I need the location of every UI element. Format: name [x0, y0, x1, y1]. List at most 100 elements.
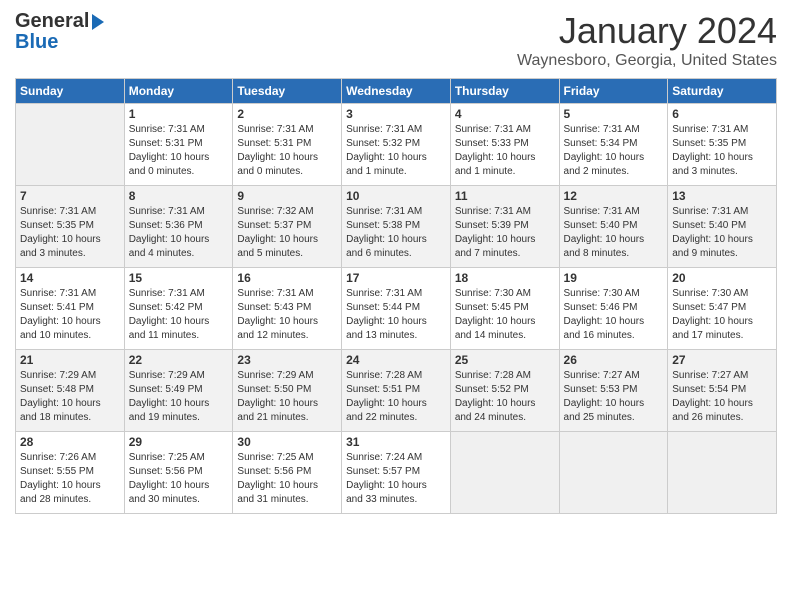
calendar-cell: 19 Sunrise: 7:30 AM Sunset: 5:46 PM Dayl…: [559, 268, 668, 350]
title-block: January 2024 Waynesboro, Georgia, United…: [517, 10, 777, 70]
daylight-text: Daylight: 10 hours and 4 minutes.: [129, 233, 229, 261]
day-info: Sunrise: 7:31 AM Sunset: 5:34 PM Dayligh…: [564, 123, 664, 179]
sunrise-text: Sunrise: 7:30 AM: [672, 287, 772, 301]
sunrise-text: Sunrise: 7:32 AM: [237, 205, 337, 219]
day-info: Sunrise: 7:31 AM Sunset: 5:43 PM Dayligh…: [237, 287, 337, 343]
sunrise-text: Sunrise: 7:31 AM: [672, 123, 772, 137]
day-number: 5: [564, 107, 664, 121]
day-number: 12: [564, 189, 664, 203]
daylight-text: Daylight: 10 hours and 1 minute.: [455, 151, 555, 179]
daylight-text: Daylight: 10 hours and 8 minutes.: [564, 233, 664, 261]
sunset-text: Sunset: 5:53 PM: [564, 383, 664, 397]
day-info: Sunrise: 7:31 AM Sunset: 5:40 PM Dayligh…: [564, 205, 664, 261]
sunset-text: Sunset: 5:34 PM: [564, 137, 664, 151]
day-number: 27: [672, 353, 772, 367]
logo-text-blue: Blue: [15, 31, 104, 54]
sunrise-text: Sunrise: 7:31 AM: [20, 287, 120, 301]
sunset-text: Sunset: 5:50 PM: [237, 383, 337, 397]
calendar-cell: 13 Sunrise: 7:31 AM Sunset: 5:40 PM Dayl…: [668, 186, 777, 268]
sunset-text: Sunset: 5:35 PM: [20, 219, 120, 233]
sunset-text: Sunset: 5:48 PM: [20, 383, 120, 397]
calendar-cell: 17 Sunrise: 7:31 AM Sunset: 5:44 PM Dayl…: [342, 268, 451, 350]
daylight-text: Daylight: 10 hours and 26 minutes.: [672, 397, 772, 425]
daylight-text: Daylight: 10 hours and 13 minutes.: [346, 315, 446, 343]
location-text: Waynesboro, Georgia, United States: [517, 52, 777, 70]
calendar-cell: 15 Sunrise: 7:31 AM Sunset: 5:42 PM Dayl…: [124, 268, 233, 350]
day-info: Sunrise: 7:31 AM Sunset: 5:41 PM Dayligh…: [20, 287, 120, 343]
calendar-cell: 31 Sunrise: 7:24 AM Sunset: 5:57 PM Dayl…: [342, 432, 451, 514]
day-number: 20: [672, 271, 772, 285]
day-info: Sunrise: 7:31 AM Sunset: 5:35 PM Dayligh…: [20, 205, 120, 261]
sunrise-text: Sunrise: 7:31 AM: [237, 287, 337, 301]
day-info: Sunrise: 7:27 AM Sunset: 5:54 PM Dayligh…: [672, 369, 772, 425]
sunrise-text: Sunrise: 7:31 AM: [346, 287, 446, 301]
sunrise-text: Sunrise: 7:28 AM: [346, 369, 446, 383]
daylight-text: Daylight: 10 hours and 16 minutes.: [564, 315, 664, 343]
sunrise-text: Sunrise: 7:31 AM: [346, 205, 446, 219]
sunrise-text: Sunrise: 7:31 AM: [346, 123, 446, 137]
day-number: 13: [672, 189, 772, 203]
calendar-cell: 11 Sunrise: 7:31 AM Sunset: 5:39 PM Dayl…: [450, 186, 559, 268]
logo: General Blue: [15, 10, 104, 54]
calendar-cell: 21 Sunrise: 7:29 AM Sunset: 5:48 PM Dayl…: [16, 350, 125, 432]
day-number: 19: [564, 271, 664, 285]
sunrise-text: Sunrise: 7:31 AM: [564, 205, 664, 219]
day-number: 1: [129, 107, 229, 121]
calendar-cell: 26 Sunrise: 7:27 AM Sunset: 5:53 PM Dayl…: [559, 350, 668, 432]
day-info: Sunrise: 7:30 AM Sunset: 5:47 PM Dayligh…: [672, 287, 772, 343]
header: General Blue January 2024 Waynesboro, Ge…: [15, 10, 777, 70]
sunrise-text: Sunrise: 7:30 AM: [455, 287, 555, 301]
calendar-cell: 3 Sunrise: 7:31 AM Sunset: 5:32 PM Dayli…: [342, 104, 451, 186]
sunrise-text: Sunrise: 7:30 AM: [564, 287, 664, 301]
day-info: Sunrise: 7:25 AM Sunset: 5:56 PM Dayligh…: [129, 451, 229, 507]
calendar-cell: 7 Sunrise: 7:31 AM Sunset: 5:35 PM Dayli…: [16, 186, 125, 268]
calendar-cell: [559, 432, 668, 514]
calendar-cell: 2 Sunrise: 7:31 AM Sunset: 5:31 PM Dayli…: [233, 104, 342, 186]
logo-arrow-icon: [92, 14, 104, 30]
sunset-text: Sunset: 5:52 PM: [455, 383, 555, 397]
daylight-text: Daylight: 10 hours and 17 minutes.: [672, 315, 772, 343]
day-info: Sunrise: 7:31 AM Sunset: 5:32 PM Dayligh…: [346, 123, 446, 179]
calendar-table: Sunday Monday Tuesday Wednesday Thursday…: [15, 78, 777, 514]
day-number: 26: [564, 353, 664, 367]
sunset-text: Sunset: 5:38 PM: [346, 219, 446, 233]
day-number: 16: [237, 271, 337, 285]
sunset-text: Sunset: 5:42 PM: [129, 301, 229, 315]
calendar-cell: 10 Sunrise: 7:31 AM Sunset: 5:38 PM Dayl…: [342, 186, 451, 268]
col-monday: Monday: [124, 79, 233, 104]
col-saturday: Saturday: [668, 79, 777, 104]
sunset-text: Sunset: 5:41 PM: [20, 301, 120, 315]
daylight-text: Daylight: 10 hours and 11 minutes.: [129, 315, 229, 343]
daylight-text: Daylight: 10 hours and 21 minutes.: [237, 397, 337, 425]
sunset-text: Sunset: 5:39 PM: [455, 219, 555, 233]
day-number: 18: [455, 271, 555, 285]
calendar-cell: [450, 432, 559, 514]
day-number: 21: [20, 353, 120, 367]
calendar-week-row: 28 Sunrise: 7:26 AM Sunset: 5:55 PM Dayl…: [16, 432, 777, 514]
daylight-text: Daylight: 10 hours and 19 minutes.: [129, 397, 229, 425]
sunset-text: Sunset: 5:56 PM: [129, 465, 229, 479]
sunrise-text: Sunrise: 7:27 AM: [672, 369, 772, 383]
calendar-week-row: 21 Sunrise: 7:29 AM Sunset: 5:48 PM Dayl…: [16, 350, 777, 432]
sunrise-text: Sunrise: 7:26 AM: [20, 451, 120, 465]
daylight-text: Daylight: 10 hours and 12 minutes.: [237, 315, 337, 343]
day-number: 2: [237, 107, 337, 121]
day-number: 7: [20, 189, 120, 203]
day-info: Sunrise: 7:31 AM Sunset: 5:40 PM Dayligh…: [672, 205, 772, 261]
day-info: Sunrise: 7:31 AM Sunset: 5:33 PM Dayligh…: [455, 123, 555, 179]
sunset-text: Sunset: 5:44 PM: [346, 301, 446, 315]
daylight-text: Daylight: 10 hours and 22 minutes.: [346, 397, 446, 425]
sunrise-text: Sunrise: 7:31 AM: [672, 205, 772, 219]
day-number: 24: [346, 353, 446, 367]
day-info: Sunrise: 7:31 AM Sunset: 5:39 PM Dayligh…: [455, 205, 555, 261]
sunrise-text: Sunrise: 7:29 AM: [129, 369, 229, 383]
col-sunday: Sunday: [16, 79, 125, 104]
day-info: Sunrise: 7:26 AM Sunset: 5:55 PM Dayligh…: [20, 451, 120, 507]
day-info: Sunrise: 7:25 AM Sunset: 5:56 PM Dayligh…: [237, 451, 337, 507]
sunrise-text: Sunrise: 7:25 AM: [237, 451, 337, 465]
day-info: Sunrise: 7:31 AM Sunset: 5:36 PM Dayligh…: [129, 205, 229, 261]
sunset-text: Sunset: 5:56 PM: [237, 465, 337, 479]
sunset-text: Sunset: 5:40 PM: [672, 219, 772, 233]
daylight-text: Daylight: 10 hours and 3 minutes.: [20, 233, 120, 261]
sunset-text: Sunset: 5:49 PM: [129, 383, 229, 397]
